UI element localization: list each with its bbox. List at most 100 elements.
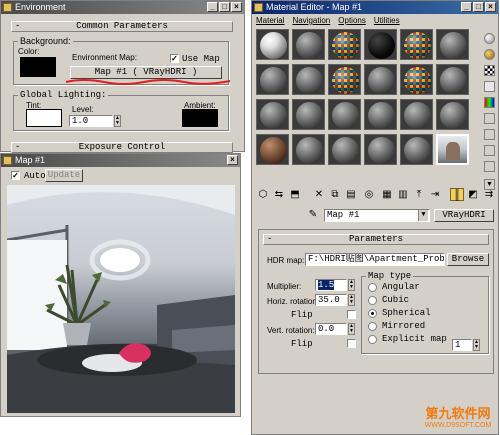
vert-rotation-input[interactable]: 0.0 — [315, 323, 347, 335]
map-type-radio-cubic[interactable] — [368, 296, 377, 305]
flip-horizontal-checkbox[interactable] — [347, 310, 356, 319]
material-sphere — [404, 137, 431, 164]
material-slot[interactable] — [292, 134, 325, 165]
material-slot[interactable] — [364, 64, 397, 95]
assign-to-selection-icon[interactable]: ⬒ — [288, 188, 302, 201]
auto-checkbox[interactable]: ✓ — [11, 171, 20, 180]
use-map-label: Use Map — [182, 54, 220, 64]
background-checker-icon[interactable] — [484, 65, 495, 76]
material-slot[interactable] — [328, 64, 361, 95]
chevron-down-icon[interactable]: ▼ — [418, 210, 428, 221]
map-type-label: Mirrored — [382, 321, 426, 331]
menu-utilities[interactable]: Utilities — [374, 16, 400, 25]
close-button[interactable]: × — [485, 2, 496, 12]
explicit-map-channel-input[interactable]: 1 — [452, 339, 472, 351]
environment-titlebar[interactable]: Environment _ □ × — [1, 1, 244, 14]
material-slot[interactable] — [436, 134, 469, 165]
material-sphere — [332, 67, 359, 94]
map-type-label: Angular — [382, 282, 420, 292]
vert-rotation-spinner[interactable]: ▲ ▼ — [348, 323, 355, 335]
map-type-button[interactable]: VRayHDRI — [434, 209, 494, 222]
material-slot[interactable] — [328, 99, 361, 130]
get-material-icon[interactable]: ⬡ — [256, 188, 270, 201]
make-preview-icon[interactable] — [484, 113, 495, 124]
material-slot[interactable] — [256, 134, 289, 165]
material-navigator-icon[interactable] — [484, 161, 495, 172]
pick-material-eyedropper-icon[interactable]: ✎ — [306, 208, 320, 221]
material-slot[interactable] — [292, 29, 325, 60]
horiz-rotation-spinner[interactable]: ▲ ▼ — [348, 294, 355, 306]
preview-titlebar[interactable]: Map #1 × — [1, 154, 240, 167]
material-slot[interactable] — [400, 99, 433, 130]
parameters-rollout[interactable]: - Parameters — [263, 234, 489, 245]
menu-material[interactable]: Material — [256, 16, 284, 25]
material-slot[interactable] — [256, 64, 289, 95]
explicit-map-channel-spinner[interactable]: ▲ ▼ — [473, 339, 480, 351]
flip-vertical-checkbox[interactable] — [347, 339, 356, 348]
sibling-alt-icon[interactable]: ⇉ — [482, 188, 496, 201]
common-parameters-rollout[interactable]: - Common Parameters — [11, 21, 233, 32]
exposure-control-rollout[interactable]: - Exposure Control — [11, 142, 233, 153]
material-slot[interactable] — [328, 134, 361, 165]
tint-color-swatch[interactable] — [26, 109, 62, 127]
make-unique-icon[interactable]: ⧉ — [328, 188, 342, 201]
hdr-map-path-field[interactable]: F:\HDRI贴图\Apartment_Prob — [305, 253, 445, 266]
multiplier-spinner[interactable]: ▲ ▼ — [348, 279, 355, 291]
material-slot[interactable] — [400, 134, 433, 165]
close-button[interactable]: × — [227, 155, 238, 165]
map-type-radio-spherical[interactable] — [368, 309, 377, 318]
level-input[interactable]: 1.0 — [69, 115, 113, 127]
horiz-rotation-input[interactable]: 35.0 — [315, 294, 347, 306]
material-slot[interactable] — [256, 29, 289, 60]
sample-type-icon[interactable] — [484, 33, 495, 44]
video-color-check-icon[interactable] — [484, 97, 495, 108]
sample-uv-tiling-icon[interactable] — [484, 81, 495, 92]
put-to-scene-icon[interactable]: ⇆ — [272, 188, 286, 201]
background-color-swatch[interactable] — [20, 57, 56, 77]
material-editor-titlebar[interactable]: Material Editor - Map #1 _ □ × — [252, 1, 498, 14]
material-slot[interactable] — [400, 29, 433, 60]
update-button[interactable]: Update — [45, 169, 83, 182]
show-map-active-icon[interactable]: ║ — [450, 188, 464, 201]
maximize-button[interactable]: □ — [219, 2, 230, 12]
material-sphere — [296, 102, 323, 129]
map-type-group-label: Map type — [366, 271, 414, 281]
menu-navigation[interactable]: Navigation — [292, 16, 330, 25]
material-slot[interactable] — [292, 99, 325, 130]
go-forward-to-sibling-icon[interactable]: ⇥ — [428, 188, 442, 201]
map-name-dropdown[interactable]: Map #1 ▼ — [324, 209, 430, 222]
material-slot[interactable] — [364, 29, 397, 60]
material-slot[interactable] — [364, 134, 397, 165]
browse-button[interactable]: Browse — [447, 253, 489, 266]
minimize-button[interactable]: _ — [207, 2, 218, 12]
go-to-parent-alt-icon[interactable]: ◩ — [466, 188, 480, 201]
show-end-result-icon[interactable]: ▥ — [396, 188, 410, 201]
backlight-icon[interactable] — [484, 49, 495, 60]
show-map-in-viewport-icon[interactable]: ▦ — [380, 188, 394, 201]
material-slot[interactable] — [436, 99, 469, 130]
map-type-radio-mirrored[interactable] — [368, 322, 377, 331]
use-map-checkbox[interactable]: ✓ — [170, 54, 179, 63]
map-type-radio-explicit-map[interactable] — [368, 335, 377, 344]
material-slot[interactable] — [256, 99, 289, 130]
material-slot[interactable] — [436, 64, 469, 95]
ambient-color-swatch[interactable] — [182, 109, 218, 127]
material-slot[interactable] — [328, 29, 361, 60]
put-to-library-icon[interactable]: ▤ — [344, 188, 358, 201]
menu-options[interactable]: Options — [338, 16, 366, 25]
material-slot[interactable] — [292, 64, 325, 95]
minimize-button[interactable]: _ — [461, 2, 472, 12]
material-slot[interactable] — [364, 99, 397, 130]
select-by-material-icon[interactable] — [484, 145, 495, 156]
options-icon[interactable] — [484, 129, 495, 140]
go-to-parent-icon[interactable]: ⤒ — [412, 188, 426, 201]
maximize-button[interactable]: □ — [473, 2, 484, 12]
map-type-radio-angular[interactable] — [368, 283, 377, 292]
material-id-channel-icon[interactable]: ◎ — [362, 188, 376, 201]
multiplier-input[interactable]: 1.5 — [315, 279, 347, 291]
material-slot[interactable] — [436, 29, 469, 60]
level-spinner[interactable]: ▲ ▼ — [114, 115, 121, 127]
reset-map-icon[interactable]: ✕ — [312, 188, 326, 201]
close-button[interactable]: × — [231, 2, 242, 12]
material-slot[interactable] — [400, 64, 433, 95]
